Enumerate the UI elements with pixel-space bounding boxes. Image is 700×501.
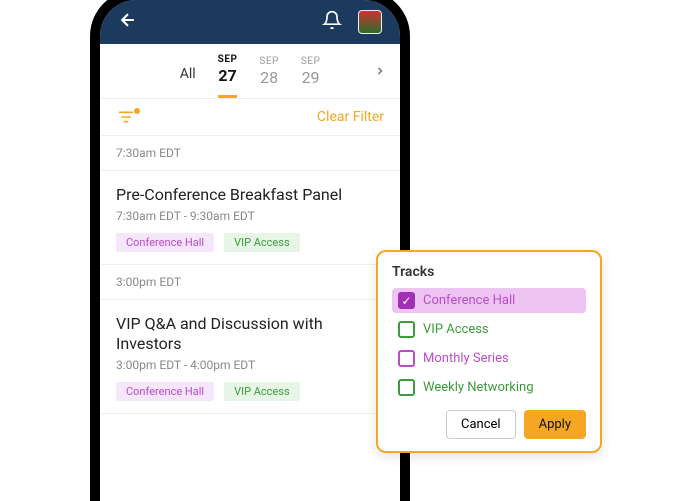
session-item[interactable]: VIP Q&A and Discussion with Investors 3:… [100,300,400,414]
tracks-actions: Cancel Apply [392,410,586,439]
filter-bar: Clear Filter [100,99,400,136]
clear-filter-link[interactable]: Clear Filter [317,109,384,125]
date-tabs: All SEP 27 SEP 28 SEP 29 [100,44,400,99]
tab-date-29[interactable]: SEP 29 [301,56,320,97]
track-option-monthly-series[interactable]: Monthly Series [392,346,586,371]
track-option-conference-hall[interactable]: Conference Hall [392,288,586,313]
session-time: 7:30am EDT - 9:30am EDT [116,209,384,223]
checkbox-icon [398,292,415,309]
apply-button[interactable]: Apply [524,410,586,439]
tag-conference-hall: Conference Hall [116,382,214,401]
session-tags: Conference Hall VIP Access [116,382,384,401]
tab-day: 27 [218,66,238,85]
tab-all[interactable]: All [180,60,196,92]
session-time: 3:00pm EDT - 4:00pm EDT [116,358,384,372]
tab-day: 28 [259,68,278,87]
tab-month: SEP [301,56,320,67]
tab-date-28[interactable]: SEP 28 [259,56,278,97]
tab-month: SEP [259,56,278,67]
tab-date-27[interactable]: SEP 27 [218,54,238,98]
back-icon[interactable] [118,10,138,34]
tag-vip-access: VIP Access [224,233,300,252]
tab-day: 29 [301,68,320,87]
tracks-filter-panel: Tracks Conference Hall VIP Access Monthl… [376,250,602,453]
tab-month: SEP [218,54,238,65]
chevron-right-icon[interactable] [374,62,386,81]
track-option-vip-access[interactable]: VIP Access [392,317,586,342]
app-header [100,0,400,44]
track-option-weekly-networking[interactable]: Weekly Networking [392,375,586,400]
tag-conference-hall: Conference Hall [116,233,214,252]
filter-active-dot [134,108,140,114]
session-item[interactable]: Pre-Conference Breakfast Panel 7:30am ED… [100,171,400,265]
time-header: 7:30am EDT [100,136,400,171]
notifications-icon[interactable] [322,10,342,34]
cancel-button[interactable]: Cancel [446,410,516,439]
checkbox-icon [398,379,415,396]
session-title: VIP Q&A and Discussion with Investors [116,314,384,354]
phone-frame: All SEP 27 SEP 28 SEP 29 Clear Filter 7:… [100,0,400,501]
session-title: Pre-Conference Breakfast Panel [116,185,384,205]
track-label: Weekly Networking [423,380,534,395]
track-label: Conference Hall [423,293,515,308]
track-label: Monthly Series [423,351,509,366]
tag-vip-access: VIP Access [224,382,300,401]
checkbox-icon [398,321,415,338]
filter-icon[interactable] [116,110,136,124]
time-header: 3:00pm EDT [100,265,400,300]
session-tags: Conference Hall VIP Access [116,233,384,252]
track-label: VIP Access [423,322,489,337]
tracks-title: Tracks [392,264,586,280]
avatar[interactable] [358,10,382,34]
checkbox-icon [398,350,415,367]
